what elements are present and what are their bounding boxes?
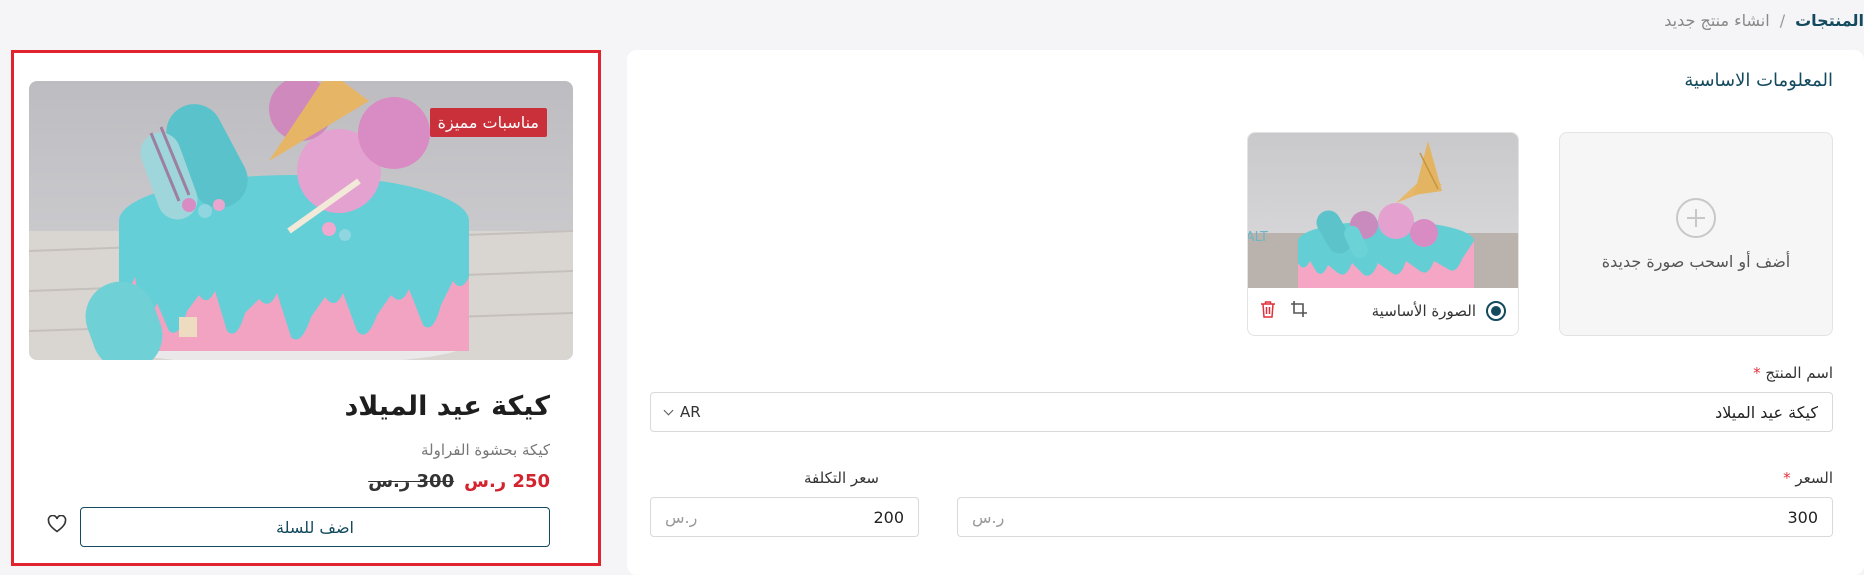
product-preview-card: مناسبات مميزة كيكة عيد الميلاد كيكة بحشو… (11, 50, 601, 566)
trash-icon[interactable] (1260, 300, 1276, 322)
cost-value: 200 (873, 507, 904, 527)
breadcrumb-separator: / (1779, 10, 1786, 30)
price-label-text: السعر (1795, 469, 1833, 487)
product-image-tile: ALT الصورة الأساسية (1247, 132, 1519, 336)
preview-product-image: مناسبات مميزة (29, 81, 573, 360)
alt-watermark: ALT (1248, 230, 1268, 245)
price-unit: ر.س (972, 507, 1005, 527)
language-select-value: AR (680, 403, 701, 421)
preview-prices: 250 ر.س 300 ر.س (368, 471, 550, 492)
image-tile-actions (1260, 300, 1308, 322)
product-name-label-text: اسم المنتج (1765, 364, 1833, 382)
price-value: 300 (1787, 507, 1818, 527)
product-image-thumbnail: ALT (1248, 133, 1518, 288)
section-title: المعلومات الاساسية (1684, 70, 1833, 91)
product-name-input[interactable]: كيكة عيد الميلاد AR (650, 392, 1833, 432)
breadcrumb-products-link[interactable]: المنتجات (1795, 11, 1864, 30)
product-name-value: كيكة عيد الميلاد (1715, 402, 1818, 422)
primary-image-radio[interactable] (1486, 300, 1506, 321)
basic-info-card: المعلومات الاساسية أضف أو اسحب صورة جديد… (627, 50, 1864, 575)
preview-sale-price: 250 ر.س (464, 471, 550, 492)
cost-label: سعر التكلفة (804, 469, 879, 487)
plus-circle-icon (1676, 197, 1716, 238)
preview-product-name: كيكة عيد الميلاد (344, 391, 550, 422)
primary-image-label: الصورة الأساسية (1371, 301, 1476, 320)
upload-label: أضف أو اسحب صورة جديدة (1601, 251, 1791, 271)
add-to-cart-button[interactable]: اضف للسلة (80, 507, 550, 547)
price-input[interactable]: 300 ر.س (957, 497, 1833, 537)
cost-unit: ر.س (665, 507, 698, 527)
language-select[interactable]: AR (663, 403, 701, 421)
heart-icon[interactable] (47, 514, 67, 537)
breadcrumb-current: انشاء منتج جديد (1664, 10, 1770, 30)
product-name-label: اسم المنتج * (1753, 364, 1833, 382)
required-mark: * (1783, 469, 1791, 487)
breadcrumb: المنتجات / انشاء منتج جديد (1664, 8, 1864, 32)
price-label: السعر * (1783, 469, 1833, 487)
chevron-down-icon (663, 405, 674, 415)
image-upload-dropzone[interactable]: أضف أو اسحب صورة جديدة (1559, 132, 1833, 336)
required-mark: * (1753, 364, 1761, 382)
crop-icon[interactable] (1290, 300, 1308, 322)
preview-product-description: كيكة بحشوة الفراولة (420, 441, 550, 459)
special-occasions-badge: مناسبات مميزة (429, 108, 547, 137)
image-tile-footer: الصورة الأساسية (1248, 286, 1518, 335)
cost-input[interactable]: 200 ر.س (650, 497, 919, 537)
preview-original-price: 300 ر.س (368, 471, 455, 492)
